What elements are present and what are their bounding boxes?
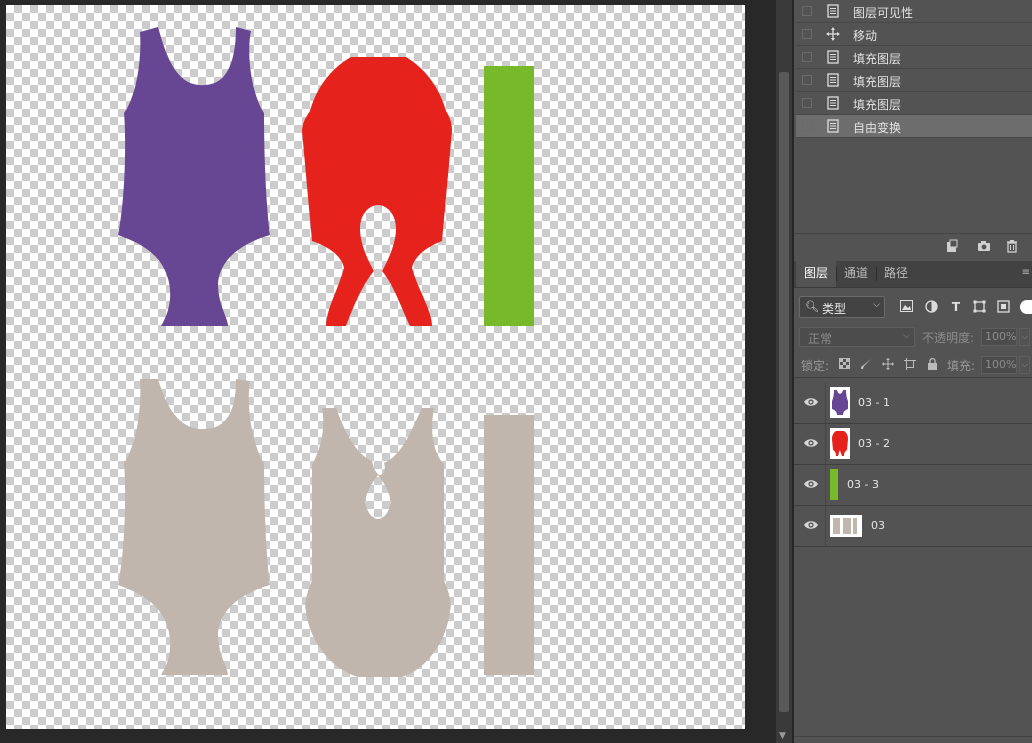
tab-channels[interactable]: 通道	[836, 261, 876, 287]
history-item-label: 填充图层	[853, 98, 902, 112]
divider	[825, 465, 826, 505]
adjustment-layer-filter-icon[interactable]	[924, 300, 938, 314]
visibility-eye-icon[interactable]	[803, 396, 819, 408]
blend-mode-value: 正常	[808, 332, 833, 346]
lock-position-icon[interactable]	[881, 358, 895, 372]
document-icon	[827, 50, 839, 64]
layers-panel-tabs: 图层 通道 路径 ≡	[794, 261, 1032, 288]
visibility-eye-icon[interactable]	[803, 437, 819, 449]
lock-transparent-pixels-icon[interactable]	[837, 358, 851, 372]
history-item-label: 填充图层	[853, 75, 902, 89]
history-footer	[794, 233, 1032, 260]
history-snapshot-checkbox[interactable]	[802, 121, 812, 131]
history-list: 图层可见性 移动 填充图层 填充图层 填充图层 自由变换	[796, 0, 1032, 138]
beige-back-piece	[305, 408, 451, 677]
layer-name[interactable]: 03 - 3	[847, 478, 879, 491]
artwork	[118, 27, 534, 677]
camera-icon[interactable]	[976, 239, 992, 255]
opacity-label: 不透明度:	[922, 331, 975, 345]
layers-panel-footer	[794, 736, 1032, 743]
document-icon	[827, 96, 839, 110]
lock-artboard-icon[interactable]	[903, 358, 917, 372]
scroll-thumb[interactable]	[779, 72, 789, 712]
fill-label: 填充:	[947, 359, 976, 373]
document-area	[0, 0, 776, 743]
layer-thumbnail[interactable]	[830, 387, 850, 418]
lock-label: 锁定:	[801, 359, 830, 373]
lock-all-icon[interactable]	[925, 357, 939, 372]
layer-row[interactable]: 03 - 1	[794, 383, 1032, 424]
right-panel: 图层可见性 移动 填充图层 填充图层 填充图层 自由变换 图层 通道 路径 ≡ …	[792, 0, 1032, 743]
trash-icon[interactable]	[1004, 239, 1020, 255]
history-snapshot-checkbox[interactable]	[802, 52, 812, 62]
chevron-down-icon: ⌵	[903, 331, 910, 341]
document-icon	[827, 4, 839, 18]
filter-toggle-switch[interactable]	[1020, 300, 1032, 314]
layer-name[interactable]: 03 - 1	[858, 396, 890, 409]
history-item[interactable]: 填充图层	[796, 69, 1032, 92]
search-icon: 🔍︎	[805, 300, 819, 313]
blend-mode-select[interactable]: 正常 ⌵	[799, 327, 915, 347]
tab-paths[interactable]: 路径	[876, 261, 916, 287]
blend-mode-row: 正常 ⌵ 不透明度: 100% ⌵	[794, 325, 1032, 349]
history-item-label: 填充图层	[853, 52, 902, 66]
layer-row[interactable]: 03 - 3	[794, 465, 1032, 506]
history-snapshot-checkbox[interactable]	[802, 98, 812, 108]
opacity-input[interactable]: 100%	[981, 328, 1017, 346]
red-back-piece	[302, 57, 452, 326]
history-item-label: 自由变换	[853, 121, 902, 135]
document-icon	[827, 119, 839, 133]
scroll-down-icon[interactable]: ▼	[779, 731, 786, 741]
layer-name[interactable]: 03 - 2	[858, 437, 890, 450]
layer-name[interactable]: 03	[871, 519, 885, 532]
lock-row: 锁定: 填充: 100% ⌵	[794, 353, 1032, 378]
vertical-scrollbar[interactable]: ▼	[776, 0, 792, 743]
green-strip-piece	[484, 66, 534, 326]
history-item-active[interactable]: 自由变换	[796, 115, 1032, 138]
layer-thumbnail[interactable]	[830, 428, 850, 459]
layer-row[interactable]: 03	[794, 506, 1032, 547]
layer-thumbnail[interactable]	[830, 469, 838, 500]
pixel-layer-filter-icon[interactable]	[899, 300, 913, 314]
tab-layers[interactable]: 图层	[796, 261, 836, 287]
divider	[825, 383, 826, 423]
divider	[825, 424, 826, 464]
layer-row[interactable]: 03 - 2	[794, 424, 1032, 465]
type-layer-filter-icon[interactable]: T	[949, 300, 963, 314]
beige-front-piece	[118, 379, 270, 675]
fill-dropdown-icon[interactable]: ⌵	[1019, 356, 1030, 374]
history-snapshot-checkbox[interactable]	[802, 6, 812, 16]
divider	[825, 506, 826, 546]
layer-filter-row: 🔍︎ 类型 ⌵ T	[794, 294, 1032, 322]
visibility-eye-icon[interactable]	[803, 519, 819, 531]
fill-input[interactable]: 100%	[981, 356, 1017, 374]
layers-list: 03 - 1 03 - 2 03 - 3 03	[794, 383, 1032, 547]
panel-menu-icon[interactable]: ≡	[1022, 267, 1030, 278]
history-snapshot-checkbox[interactable]	[802, 75, 812, 85]
chevron-down-icon: ⌵	[873, 300, 880, 310]
purple-front-piece	[118, 27, 270, 326]
smart-object-filter-icon[interactable]	[996, 300, 1010, 314]
filter-kind-label: 类型	[822, 302, 847, 316]
history-item-label: 移动	[853, 29, 878, 43]
shape-layer-filter-icon[interactable]	[972, 300, 986, 314]
history-snapshot-checkbox[interactable]	[802, 29, 812, 39]
history-item[interactable]: 图层可见性	[796, 0, 1032, 23]
visibility-eye-icon[interactable]	[803, 478, 819, 490]
lock-image-pixels-icon[interactable]	[859, 358, 873, 372]
new-document-from-state-icon[interactable]	[944, 239, 960, 255]
filter-kind-select[interactable]: 🔍︎ 类型 ⌵	[799, 296, 885, 318]
history-item[interactable]: 填充图层	[796, 46, 1032, 69]
document-canvas[interactable]	[6, 5, 745, 729]
opacity-dropdown-icon[interactable]: ⌵	[1019, 328, 1030, 346]
layer-thumbnail[interactable]	[830, 515, 862, 537]
history-item[interactable]: 填充图层	[796, 92, 1032, 115]
document-icon	[827, 73, 839, 87]
beige-strip-piece	[484, 415, 534, 675]
history-item[interactable]: 移动	[796, 23, 1032, 46]
move-icon	[826, 27, 840, 41]
history-item-label: 图层可见性	[853, 6, 914, 20]
